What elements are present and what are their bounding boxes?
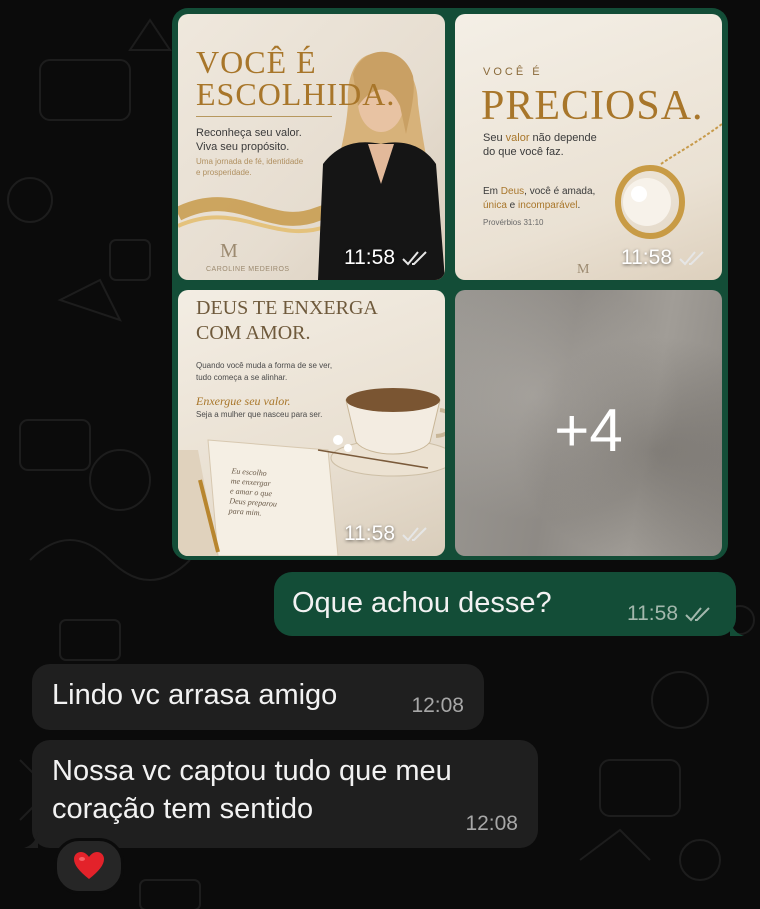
tile2-line1: Seu valor não depende <box>483 132 597 144</box>
read-receipt-icon <box>402 527 427 542</box>
tile3-script-line: Enxergue seu valor. <box>196 394 291 408</box>
media-tile-escolhida[interactable]: VOCÊ É ESCOLHIDA. Reconheça seu valor. V… <box>178 14 445 280</box>
tile1-timestamp: 11:58 <box>344 246 431 270</box>
tile2-reference: Provérbios 31:10 <box>483 218 544 227</box>
tile3-timestamp: 11:58 <box>344 522 431 546</box>
outgoing-message-bubble[interactable]: Oque achou desse? 11:58 <box>274 572 744 636</box>
incoming-message-bubble[interactable]: Nossa vc captou tudo que meu coração tem… <box>24 740 538 848</box>
incoming-message-text: Nossa vc captou tudo que meu coração tem… <box>52 755 452 825</box>
tile1-divider <box>196 116 332 117</box>
tile3-body-line3: Seja a mulher que nasceu para ser. <box>196 410 323 419</box>
tile2-line4: única e incomparável. <box>483 200 581 211</box>
tile2-title: PRECIOSA. <box>481 83 704 129</box>
bubble-tail <box>730 620 744 636</box>
more-media-count: +4 <box>554 397 623 464</box>
outgoing-message-text: Oque achou desse? <box>292 587 552 619</box>
media-tile-deus-te-enxerga[interactable]: DEUS TE ENXERGA COM AMOR. Quando você mu… <box>178 290 445 556</box>
tile1-brand-name: CAROLINE MEDEIROS <box>206 266 290 273</box>
tile2-line2: do que você faz. <box>483 146 564 158</box>
tile1-title: VOCÊ É ESCOLHIDA. <box>196 44 396 112</box>
incoming-message-time: 12:08 <box>411 694 464 717</box>
incoming-message-time: 12:08 <box>465 812 518 835</box>
tile2-brand-logo: M <box>577 262 590 277</box>
media-tile-more[interactable]: +4 <box>455 290 722 556</box>
media-tile-preciosa[interactable]: VOCÊ É PRECIOSA. Seu valor não depende d… <box>455 14 722 280</box>
read-receipt-icon <box>402 251 427 266</box>
incoming-message-bubble[interactable]: Lindo vc arrasa amigo 12:08 <box>32 664 484 730</box>
tile3-handwriting: Eu escolho me enxergar e amar o que Deus… <box>228 466 278 518</box>
heart-reaction-icon <box>74 852 104 879</box>
tile3-body: Quando você muda a forma de se ver, tudo… <box>196 361 333 382</box>
media-album-bubble[interactable]: VOCÊ É ESCOLHIDA. Reconheça seu valor. V… <box>172 8 728 560</box>
tile2-kicker: VOCÊ É <box>483 66 543 78</box>
incoming-message-text: Lindo vc arrasa amigo <box>52 679 338 711</box>
message-reaction[interactable]: ❤️ <box>54 838 124 894</box>
bubble-tail <box>24 832 38 848</box>
tile1-brand-logo: M <box>220 240 238 262</box>
tile2-line3: Em Deus, você é amada, <box>483 186 596 197</box>
outgoing-message-meta: 11:58 <box>627 602 714 626</box>
tile1-small-text: Uma jornada de fé, identidade e prosperi… <box>196 157 304 177</box>
read-receipt-icon <box>679 251 704 266</box>
read-receipt-icon <box>685 607 710 622</box>
tile1-subtitle: Reconheça seu valor. Viva seu propósito. <box>196 127 302 153</box>
tile2-timestamp: 11:58 <box>621 246 708 270</box>
tile3-title: DEUS TE ENXERGA COM AMOR. <box>196 297 378 344</box>
